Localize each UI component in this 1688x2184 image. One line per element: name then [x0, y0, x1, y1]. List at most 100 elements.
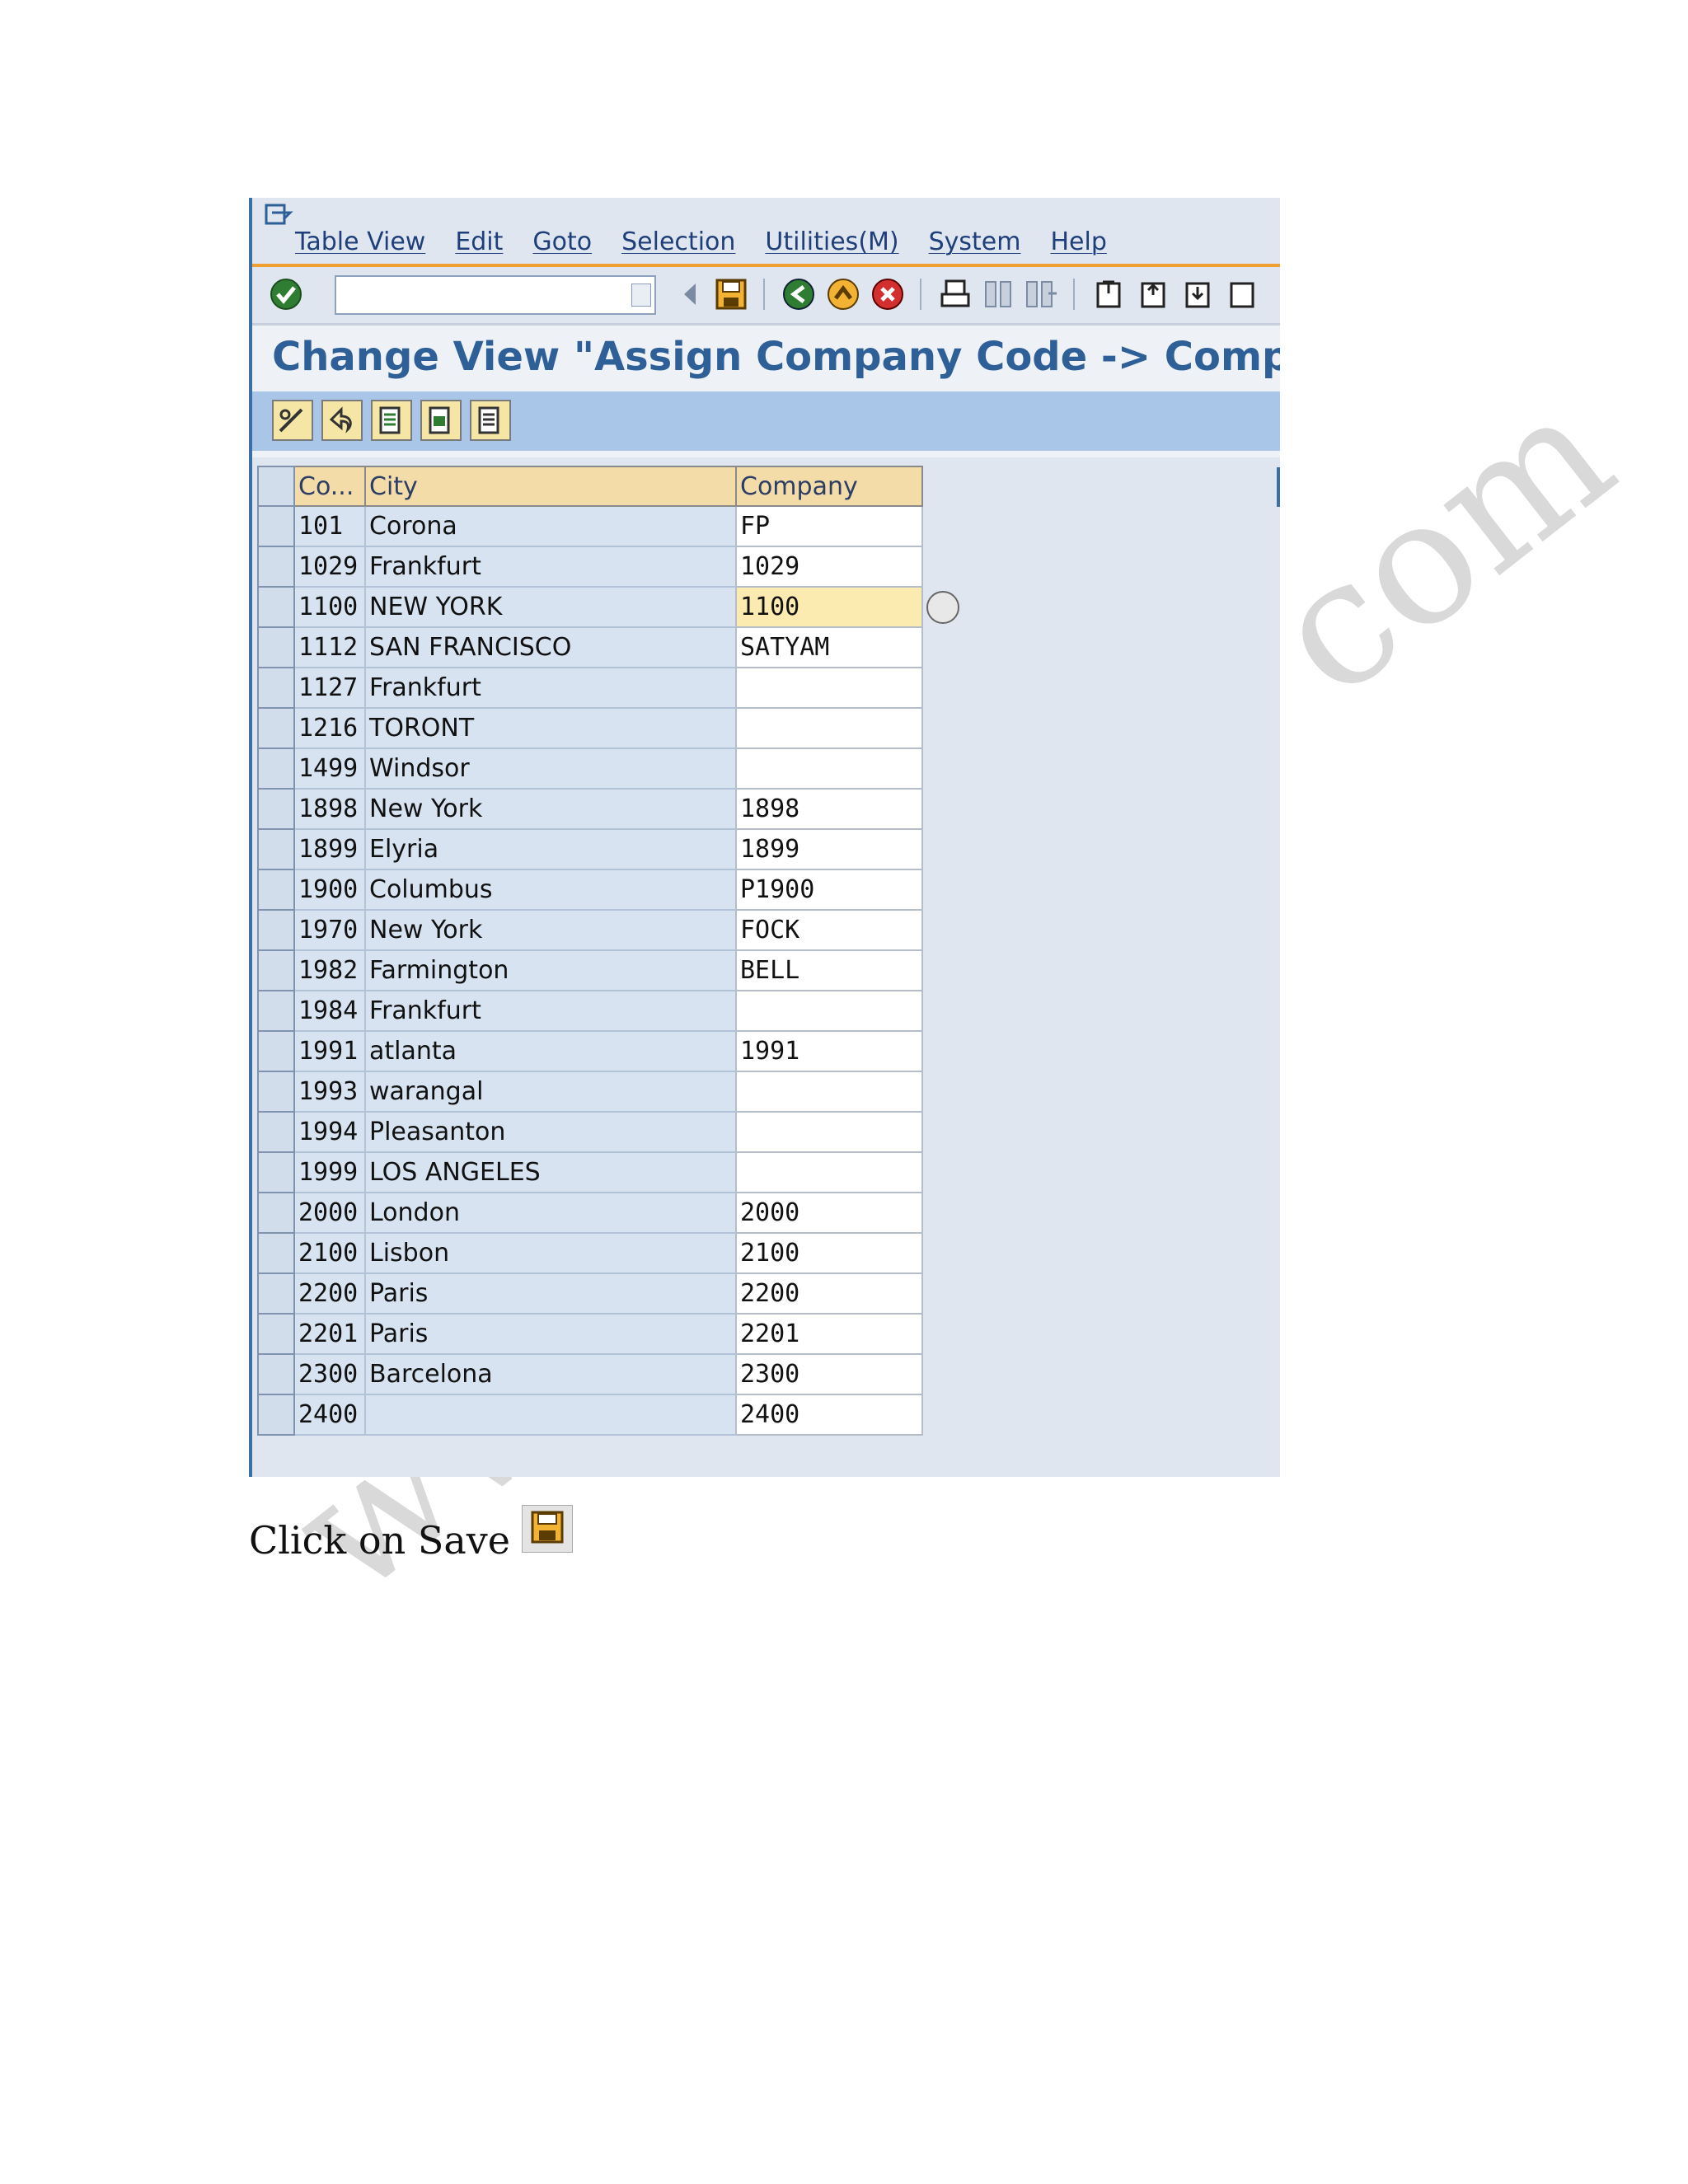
menu-item-goto[interactable]: Goto [532, 227, 592, 256]
row-selector[interactable] [257, 909, 295, 951]
city-cell: LOS ANGELES [364, 1152, 736, 1193]
company-input[interactable]: 2300 [735, 1353, 923, 1395]
row-selector[interactable] [257, 1151, 295, 1193]
column-header-city[interactable]: City [364, 466, 737, 507]
table-row: 1982 Farmington BELL [257, 949, 923, 991]
menu-item-system[interactable]: System [929, 227, 1021, 256]
find-icon[interactable] [981, 277, 1015, 312]
menu-item-selection[interactable]: Selection [621, 227, 735, 256]
select-all-cell[interactable] [257, 466, 295, 507]
row-selector[interactable] [257, 707, 295, 749]
application-toolbar [252, 391, 1280, 457]
table-row: 1900 Columbus P1900 [257, 869, 923, 911]
value-help-icon[interactable] [926, 591, 959, 624]
back-icon[interactable] [781, 277, 816, 312]
company-input[interactable] [735, 990, 923, 1032]
row-selector[interactable] [257, 1232, 295, 1274]
row-selector[interactable] [257, 1272, 295, 1315]
company-input[interactable]: SATYAM [735, 626, 923, 668]
company-input[interactable]: 1898 [735, 788, 923, 830]
company-input[interactable]: FOCK [735, 909, 923, 951]
city-cell: Lisbon [364, 1233, 736, 1274]
row-selector[interactable] [257, 828, 295, 870]
company-input[interactable]: 1991 [735, 1030, 923, 1072]
company-input[interactable] [735, 707, 923, 749]
company-input[interactable]: 2201 [735, 1313, 923, 1355]
company-input[interactable]: BELL [735, 949, 923, 991]
row-selector[interactable] [257, 586, 295, 628]
row-selector[interactable] [257, 626, 295, 668]
company-input[interactable]: P1900 [735, 869, 923, 911]
menu-item-table-view[interactable]: Table View [295, 227, 425, 256]
row-selector[interactable] [257, 1313, 295, 1355]
company-input[interactable]: 1100 [735, 586, 959, 628]
back-arrow-small-icon[interactable] [673, 277, 707, 312]
display-change-button[interactable] [272, 400, 313, 441]
table-row: 2100 Lisbon 2100 [257, 1232, 923, 1274]
table-header-row: Co... City Company [257, 466, 923, 507]
city-cell: TORONT [364, 708, 736, 749]
row-selector[interactable] [257, 1394, 295, 1436]
row-selector[interactable] [257, 1030, 295, 1072]
company-input[interactable] [735, 1111, 923, 1153]
column-header-company[interactable]: Company [735, 466, 923, 507]
menu-item-edit[interactable]: Edit [455, 227, 503, 256]
row-selector[interactable] [257, 949, 295, 991]
row-selector[interactable] [257, 667, 295, 709]
toolbar-separator [763, 279, 765, 310]
print-icon[interactable] [938, 277, 973, 312]
company-input[interactable] [735, 667, 923, 709]
find-next-icon[interactable] [1024, 277, 1058, 312]
company-input[interactable]: 2200 [735, 1272, 923, 1315]
row-selector[interactable] [257, 788, 295, 830]
company-input[interactable] [735, 1071, 923, 1113]
menu-item-utilities-m[interactable]: Utilities(M) [765, 227, 898, 256]
row-selector[interactable] [257, 990, 295, 1032]
previous-page-icon[interactable] [1136, 277, 1170, 312]
row-selector[interactable] [257, 505, 295, 547]
save-icon [521, 1505, 573, 1553]
select-all-button[interactable] [371, 400, 412, 441]
company-code-cell: 1991 [294, 1031, 365, 1072]
city-cell: Windsor [364, 748, 736, 790]
company-code-cell: 2000 [294, 1193, 365, 1234]
company-code-cell: 1982 [294, 950, 365, 991]
table-body: 101 Corona FP 1029 Frankfurt 1029 1100 NEW YORK… [257, 505, 959, 1436]
command-history-icon[interactable] [631, 284, 651, 307]
company-code-cell: 1994 [294, 1112, 365, 1153]
enter-check-icon[interactable] [269, 277, 303, 312]
row-selector[interactable] [257, 1071, 295, 1113]
company-input[interactable] [735, 748, 923, 790]
row-selector[interactable] [257, 869, 295, 911]
menu-item-help[interactable]: Help [1050, 227, 1106, 256]
row-selector[interactable] [257, 1192, 295, 1234]
company-input[interactable]: 2400 [735, 1394, 923, 1436]
column-header-company-code[interactable]: Co... [293, 466, 366, 507]
company-input[interactable] [735, 1151, 923, 1193]
company-input[interactable]: 2100 [735, 1232, 923, 1274]
company-code-cell: 1127 [294, 668, 365, 709]
row-selector[interactable] [257, 1353, 295, 1395]
first-page-icon[interactable] [1091, 277, 1126, 312]
table-row: 2300 Barcelona 2300 [257, 1353, 923, 1395]
cancel-icon[interactable] [870, 277, 905, 312]
company-input[interactable]: FP [735, 505, 923, 547]
city-cell: Elyria [364, 829, 736, 870]
command-field[interactable] [335, 275, 656, 315]
undo-change-button[interactable] [321, 400, 363, 441]
row-selector[interactable] [257, 546, 295, 588]
save-icon[interactable] [714, 277, 748, 312]
last-page-icon[interactable] [1225, 277, 1259, 312]
next-page-icon[interactable] [1180, 277, 1215, 312]
exit-icon[interactable] [826, 277, 860, 312]
company-input[interactable]: 2000 [735, 1192, 923, 1234]
company-code-cell: 1900 [294, 869, 365, 911]
company-code-cell: 2300 [294, 1354, 365, 1395]
select-block-button[interactable] [420, 400, 462, 441]
system-menu-icon[interactable] [264, 203, 293, 227]
deselect-all-button[interactable] [470, 400, 511, 441]
company-input[interactable]: 1899 [735, 828, 923, 870]
row-selector[interactable] [257, 748, 295, 790]
company-input[interactable]: 1029 [735, 546, 923, 588]
row-selector[interactable] [257, 1111, 295, 1153]
